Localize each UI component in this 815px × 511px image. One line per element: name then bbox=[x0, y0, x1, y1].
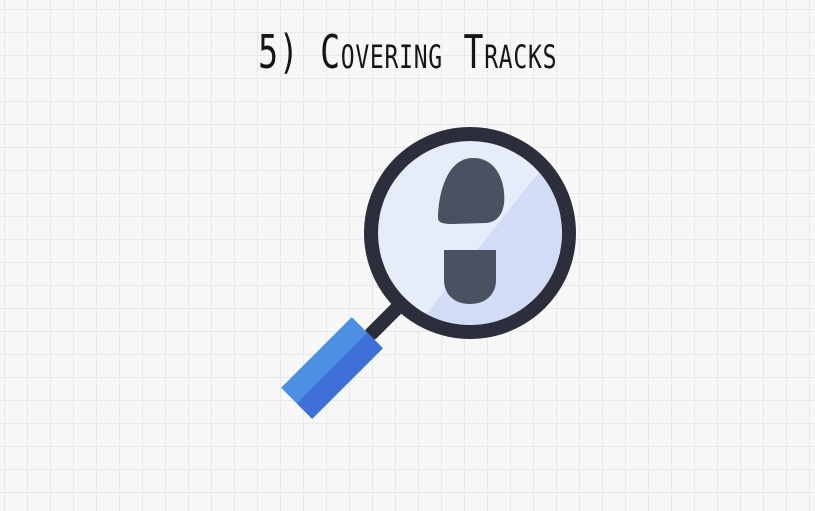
footprint-heel bbox=[444, 250, 496, 304]
magnifying-glass-footprint-icon bbox=[281, 127, 576, 419]
slide: 5) Covering Tracks bbox=[0, 0, 815, 511]
slide-title: 5) Covering Tracks bbox=[258, 25, 558, 79]
illustration bbox=[260, 118, 590, 438]
